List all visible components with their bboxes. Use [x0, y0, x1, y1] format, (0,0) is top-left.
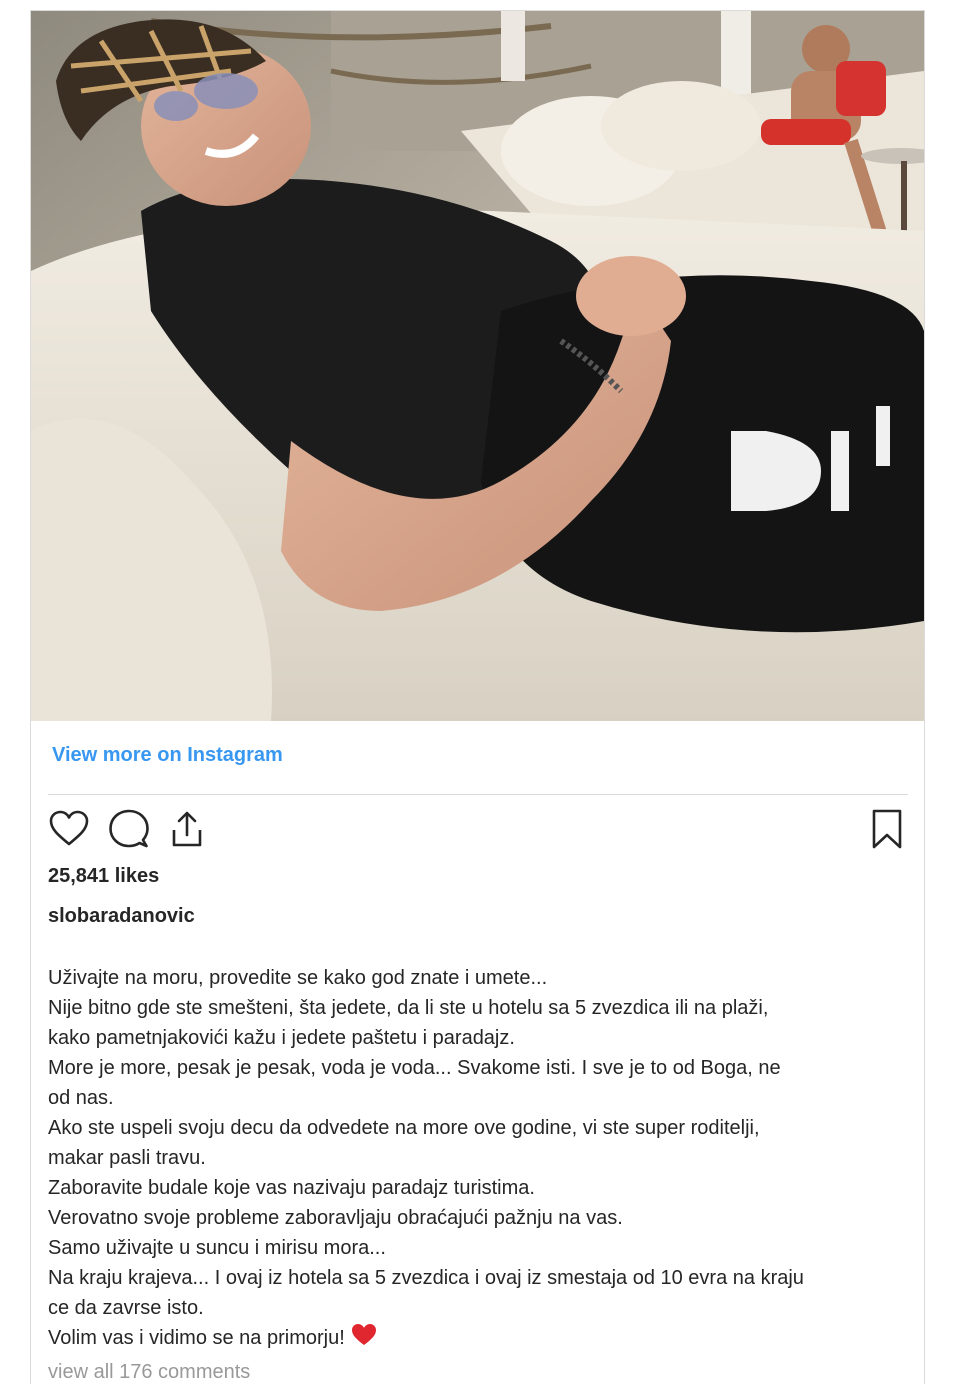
red-heart-emoji-icon	[351, 1323, 377, 1356]
caption-line: Na kraju krajeva... I ovaj iz hotela sa …	[48, 1267, 804, 1289]
caption-line: Nije bitno gde ste smešteni, šta jedete,…	[48, 997, 769, 1019]
instagram-embed-card: View more on Instagram 25,841 likes slob…	[30, 10, 925, 1384]
speech-bubble-icon	[109, 809, 149, 848]
post-username[interactable]: slobaradanovic	[48, 905, 195, 928]
bookmark-icon	[872, 809, 902, 849]
caption-line: makar pasli travu.	[48, 1147, 206, 1169]
like-count[interactable]: 25,841 likes	[48, 865, 159, 888]
caption-line: Uživajte na moru, provedite se kako god …	[48, 967, 548, 989]
caption-line: Samo uživajte u suncu i mirisu mora...	[48, 1237, 386, 1259]
post-photo[interactable]	[31, 11, 924, 721]
caption-line: ce da zavrse isto.	[48, 1297, 204, 1319]
caption-line: kako pametnjakovići kažu i jedete paštet…	[48, 1027, 515, 1049]
post-caption: Uživajte na moru, provedite se kako god …	[48, 963, 908, 1356]
caption-line-text: Volim vas i vidimo se na primorju!	[48, 1327, 345, 1349]
view-more-on-instagram-link[interactable]: View more on Instagram	[52, 744, 283, 767]
comment-button[interactable]	[108, 808, 150, 850]
share-button[interactable]	[166, 808, 208, 850]
post-photo-illustration	[31, 11, 924, 721]
share-upload-icon	[172, 811, 202, 847]
heart-outline-icon	[49, 810, 89, 846]
like-button[interactable]	[48, 808, 90, 850]
caption-line: More je more, pesak je pesak, voda je vo…	[48, 1057, 781, 1079]
save-button[interactable]	[866, 808, 908, 850]
caption-line: Verovatno svoje probleme zaboravljaju ob…	[48, 1207, 623, 1229]
caption-line-last: Volim vas i vidimo se na primorju!	[48, 1323, 908, 1356]
caption-line: Ako ste uspeli svoju decu da odvedete na…	[48, 1117, 760, 1139]
divider	[48, 794, 908, 795]
caption-line: od nas.	[48, 1087, 114, 1109]
view-all-comments-link[interactable]: view all 176 comments	[48, 1361, 250, 1384]
caption-line: Zaboravite budale koje vas nazivaju para…	[48, 1177, 535, 1199]
